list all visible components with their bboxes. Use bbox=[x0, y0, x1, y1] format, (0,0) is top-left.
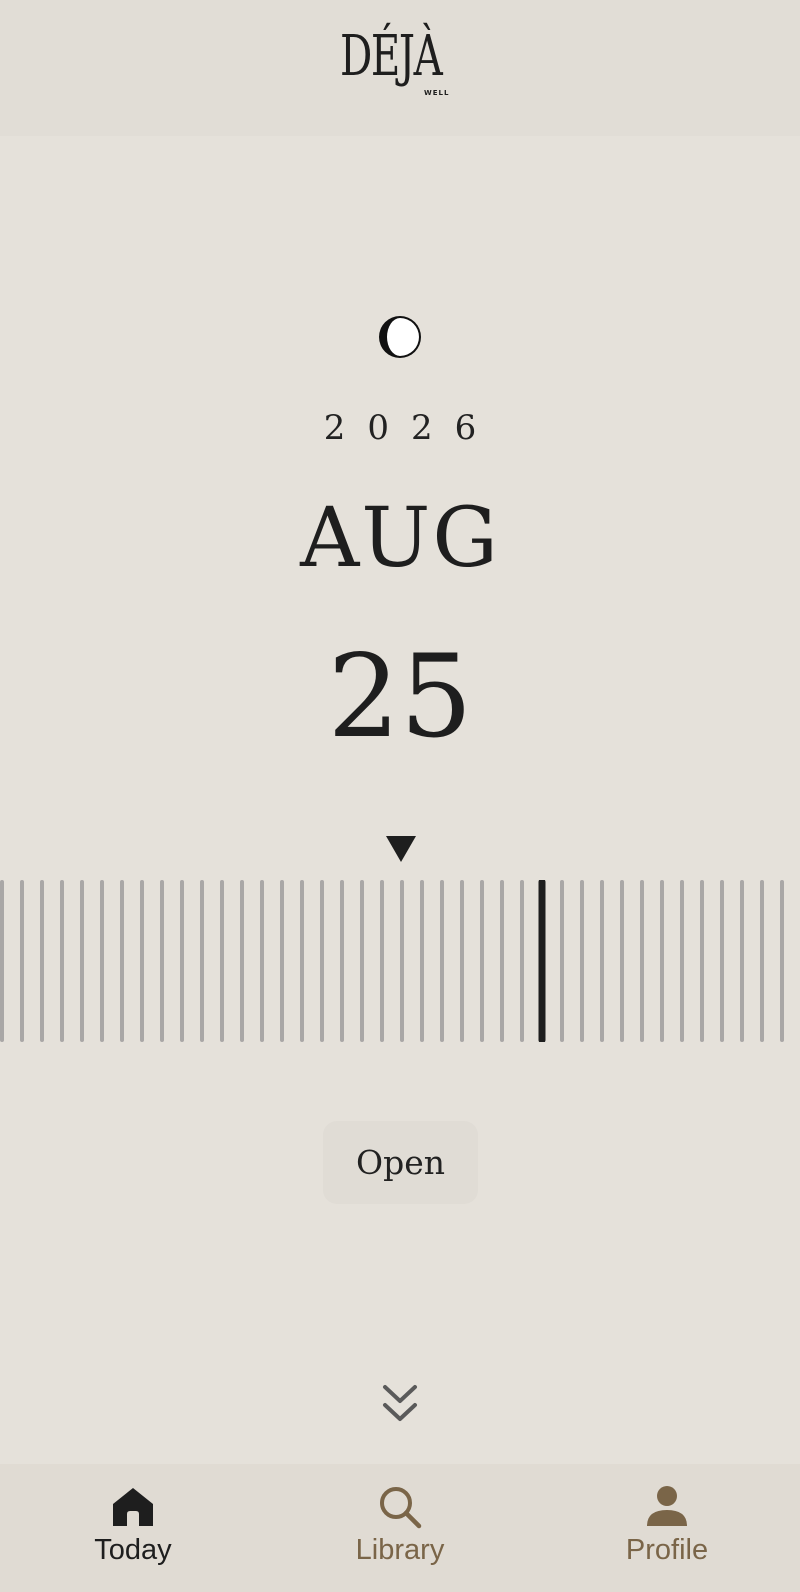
home-icon bbox=[113, 1488, 153, 1526]
tab-profile[interactable]: Profile bbox=[567, 1464, 767, 1592]
person-icon bbox=[647, 1486, 687, 1526]
search-icon bbox=[380, 1487, 422, 1529]
double-chevron-down-icon[interactable] bbox=[382, 1384, 418, 1424]
tab-bar: Today Library Profile bbox=[0, 1464, 800, 1592]
triangle-down-icon bbox=[386, 836, 416, 862]
tab-profile-label: Profile bbox=[625, 1534, 709, 1566]
open-button[interactable]: Open bbox=[323, 1121, 478, 1204]
date-scrubber[interactable] bbox=[0, 880, 800, 1042]
year-label: 2026 bbox=[323, 408, 499, 448]
tab-library-label: Library bbox=[355, 1534, 445, 1566]
day-label: 25 bbox=[327, 630, 473, 763]
brand-name: DÉJÀ bbox=[340, 24, 443, 89]
tab-today-label: Today bbox=[94, 1534, 172, 1566]
app-header: DÉJÀ WELL bbox=[0, 0, 800, 136]
month-label: AUG bbox=[300, 491, 500, 586]
brand-logo: DÉJÀ WELL bbox=[330, 23, 470, 113]
brand-subtitle: WELL bbox=[424, 89, 450, 97]
first-quarter-moon-icon bbox=[379, 316, 421, 358]
tab-library[interactable]: Library bbox=[300, 1464, 500, 1592]
tab-today[interactable]: Today bbox=[33, 1464, 233, 1592]
